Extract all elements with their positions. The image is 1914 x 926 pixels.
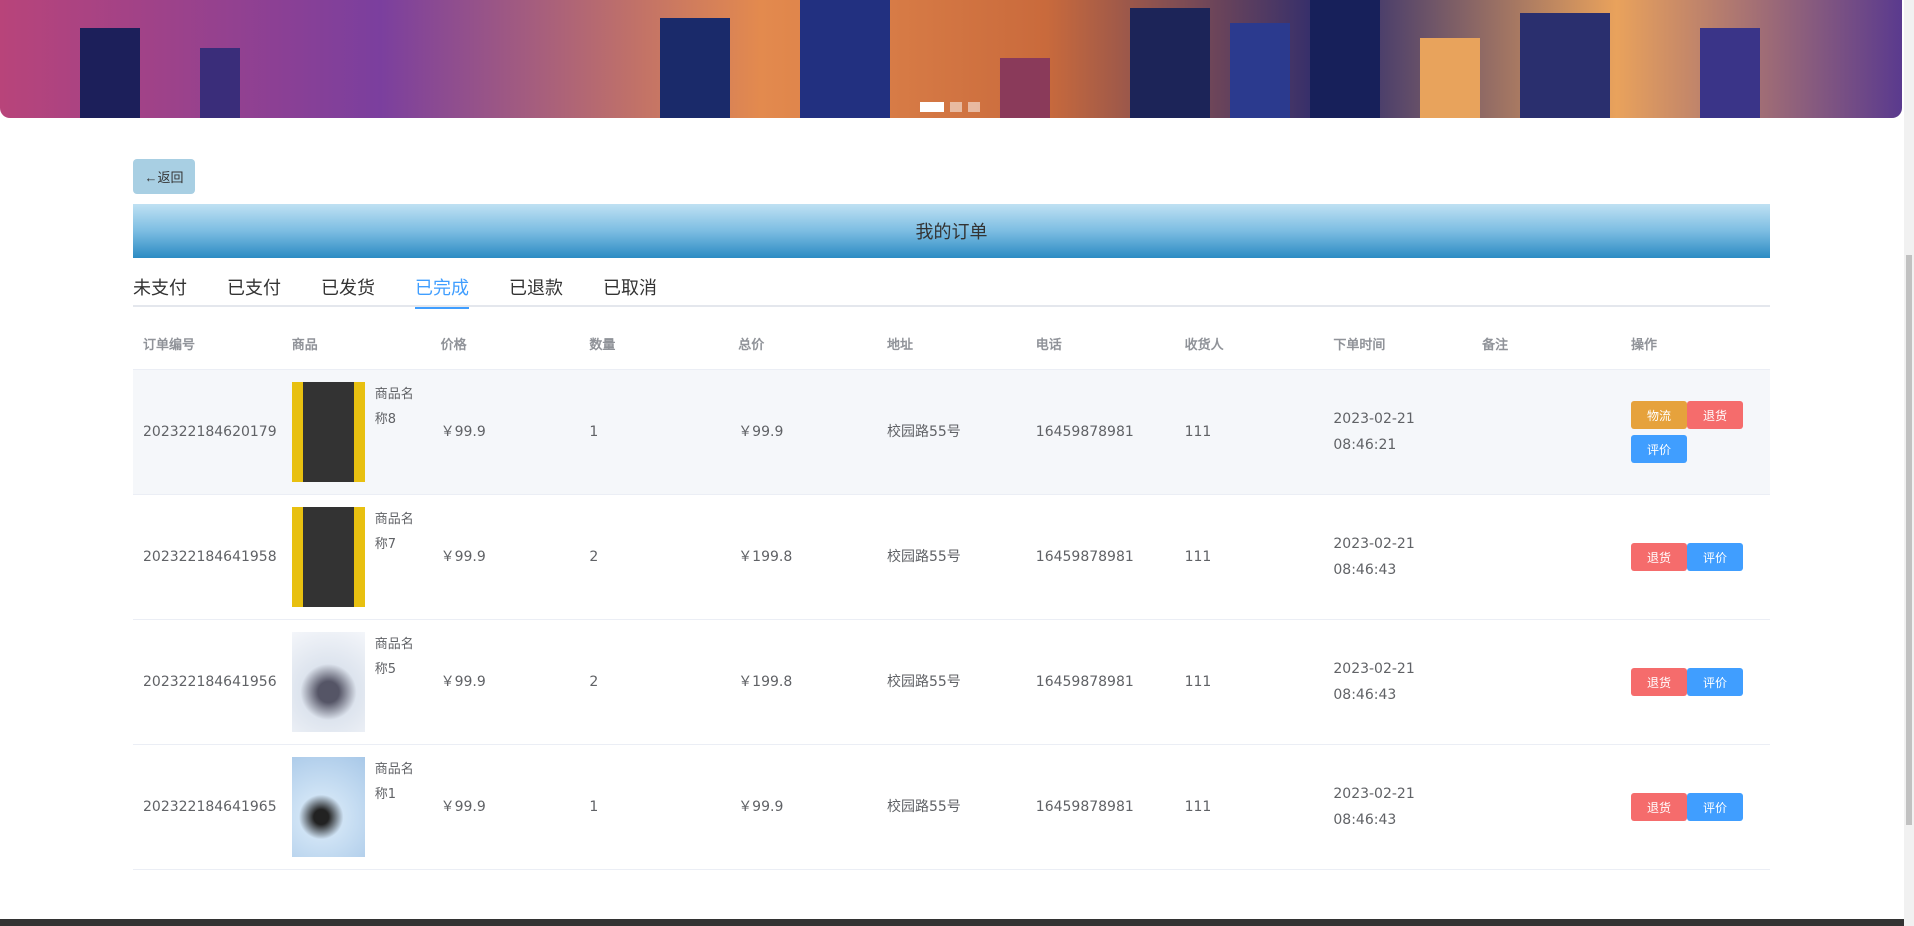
total-price: ￥99.9 (738, 424, 784, 440)
tab-5[interactable]: 已取消 (603, 274, 657, 307)
order-id: 202322184620179 (143, 424, 277, 440)
order-id: 202322184641958 (143, 549, 277, 565)
product-cell: 商品名称5 (282, 632, 431, 732)
product-image[interactable] (291, 507, 365, 607)
address: 校园路55号 (886, 674, 961, 690)
product-cell: 商品名称7 (282, 507, 431, 607)
column-header: 收货人 (1184, 337, 1224, 353)
carousel-dot[interactable] (920, 102, 944, 112)
actions-cell: 退货 评价 (1621, 793, 1770, 821)
tab-1[interactable]: 已支付 (227, 274, 281, 307)
logistics-button[interactable]: 物流 (1630, 401, 1687, 429)
carousel-indicators (920, 102, 980, 112)
phone: 16459878981 (1035, 424, 1134, 440)
review-button[interactable]: 评价 (1686, 543, 1743, 571)
quantity: 2 (589, 549, 599, 565)
table-header: 订单编号 商品 价格 数量 总价 地址 电话 收货人 下单时间 备注 操作 (133, 322, 1770, 370)
phone: 16459878981 (1035, 799, 1134, 815)
return-button[interactable]: 退货 (1686, 401, 1743, 429)
quantity: 1 (589, 799, 599, 815)
receiver: 111 (1184, 424, 1212, 440)
receiver: 111 (1184, 799, 1212, 815)
product-cell: 商品名称8 (282, 382, 431, 482)
total-price: ￥199.8 (738, 674, 793, 690)
return-button[interactable]: 退货 (1630, 793, 1687, 821)
order-id: 202322184641956 (143, 674, 277, 690)
price: ￥99.9 (440, 799, 486, 815)
address: 校园路55号 (886, 799, 961, 815)
receiver: 111 (1184, 549, 1212, 565)
actions-cell: 物流 退货评价 (1621, 401, 1770, 463)
column-header: 价格 (440, 337, 467, 353)
review-button[interactable]: 评价 (1630, 435, 1687, 463)
actions-cell: 退货 评价 (1621, 543, 1770, 571)
price: ￥99.9 (440, 674, 486, 690)
return-button[interactable]: 退货 (1630, 668, 1687, 696)
actions-cell: 退货 评价 (1621, 668, 1770, 696)
column-header: 地址 (886, 337, 913, 353)
order-time: 2023-02-21 08:46:43 (1333, 786, 1415, 828)
tab-2[interactable]: 已发货 (321, 274, 375, 307)
carousel-dot[interactable] (968, 102, 980, 112)
product-name: 商品名称8 (374, 387, 414, 427)
table-row: 202322184641958 商品名称7 ￥99.9 2 ￥199.8 校园路55号 16… (133, 495, 1770, 620)
quantity: 2 (589, 674, 599, 690)
column-header: 订单编号 (143, 337, 196, 353)
column-header: 商品 (291, 337, 318, 353)
tab-4[interactable]: 已退款 (509, 274, 563, 307)
review-button[interactable]: 评价 (1686, 793, 1743, 821)
phone: 16459878981 (1035, 549, 1134, 565)
order-status-tabs: 未支付 已支付 已发货 已完成 已退款 已取消 (133, 274, 1770, 309)
order-time: 2023-02-21 08:46:21 (1333, 411, 1415, 453)
table-row: 202322184641965 商品名称1 ￥99.9 1 ￥99.9 校园路55号 164… (133, 745, 1770, 870)
receiver: 111 (1184, 674, 1212, 690)
tab-0[interactable]: 未支付 (133, 274, 187, 307)
product-name: 商品名称1 (374, 762, 414, 802)
order-id: 202322184641965 (143, 799, 277, 815)
phone: 16459878981 (1035, 674, 1134, 690)
address: 校园路55号 (886, 424, 961, 440)
table-row: 202322184641956 商品名称5 ￥99.9 2 ￥199.8 校园路55号 16… (133, 620, 1770, 745)
orders-table: 订单编号 商品 价格 数量 总价 地址 电话 收货人 下单时间 备注 操作 202322184620… (133, 322, 1770, 870)
total-price: ￥199.8 (738, 549, 793, 565)
page-title: 我的订单 (133, 204, 1770, 258)
tab-3[interactable]: 已完成 (415, 274, 469, 309)
quantity: 1 (589, 424, 599, 440)
column-header: 下单时间 (1333, 337, 1386, 353)
address: 校园路55号 (886, 549, 961, 565)
product-image[interactable] (291, 632, 365, 732)
price: ￥99.9 (440, 424, 486, 440)
column-header: 操作 (1630, 337, 1657, 353)
footer (0, 919, 1904, 926)
price: ￥99.9 (440, 549, 486, 565)
product-image[interactable] (291, 382, 365, 482)
order-time: 2023-02-21 08:46:43 (1333, 661, 1415, 703)
product-image[interactable] (291, 757, 365, 857)
return-button[interactable]: 退货 (1630, 543, 1687, 571)
total-price: ￥99.9 (738, 799, 784, 815)
product-name: 商品名称7 (374, 512, 414, 552)
product-name: 商品名称5 (374, 637, 414, 677)
column-header: 数量 (589, 337, 616, 353)
column-header: 电话 (1035, 337, 1062, 353)
order-time: 2023-02-21 08:46:43 (1333, 536, 1415, 578)
back-button[interactable]: ←返回 (133, 159, 195, 194)
review-button[interactable]: 评价 (1686, 668, 1743, 696)
product-cell: 商品名称1 (282, 757, 431, 857)
scrollbar-thumb[interactable] (1906, 255, 1912, 825)
column-header: 备注 (1482, 337, 1509, 353)
carousel-dot[interactable] (950, 102, 962, 112)
column-header: 总价 (738, 337, 765, 353)
table-row: 202322184620179 商品名称8 ￥99.9 1 ￥99.9 校园路55号 164… (133, 370, 1770, 495)
banner-carousel[interactable] (0, 0, 1902, 118)
